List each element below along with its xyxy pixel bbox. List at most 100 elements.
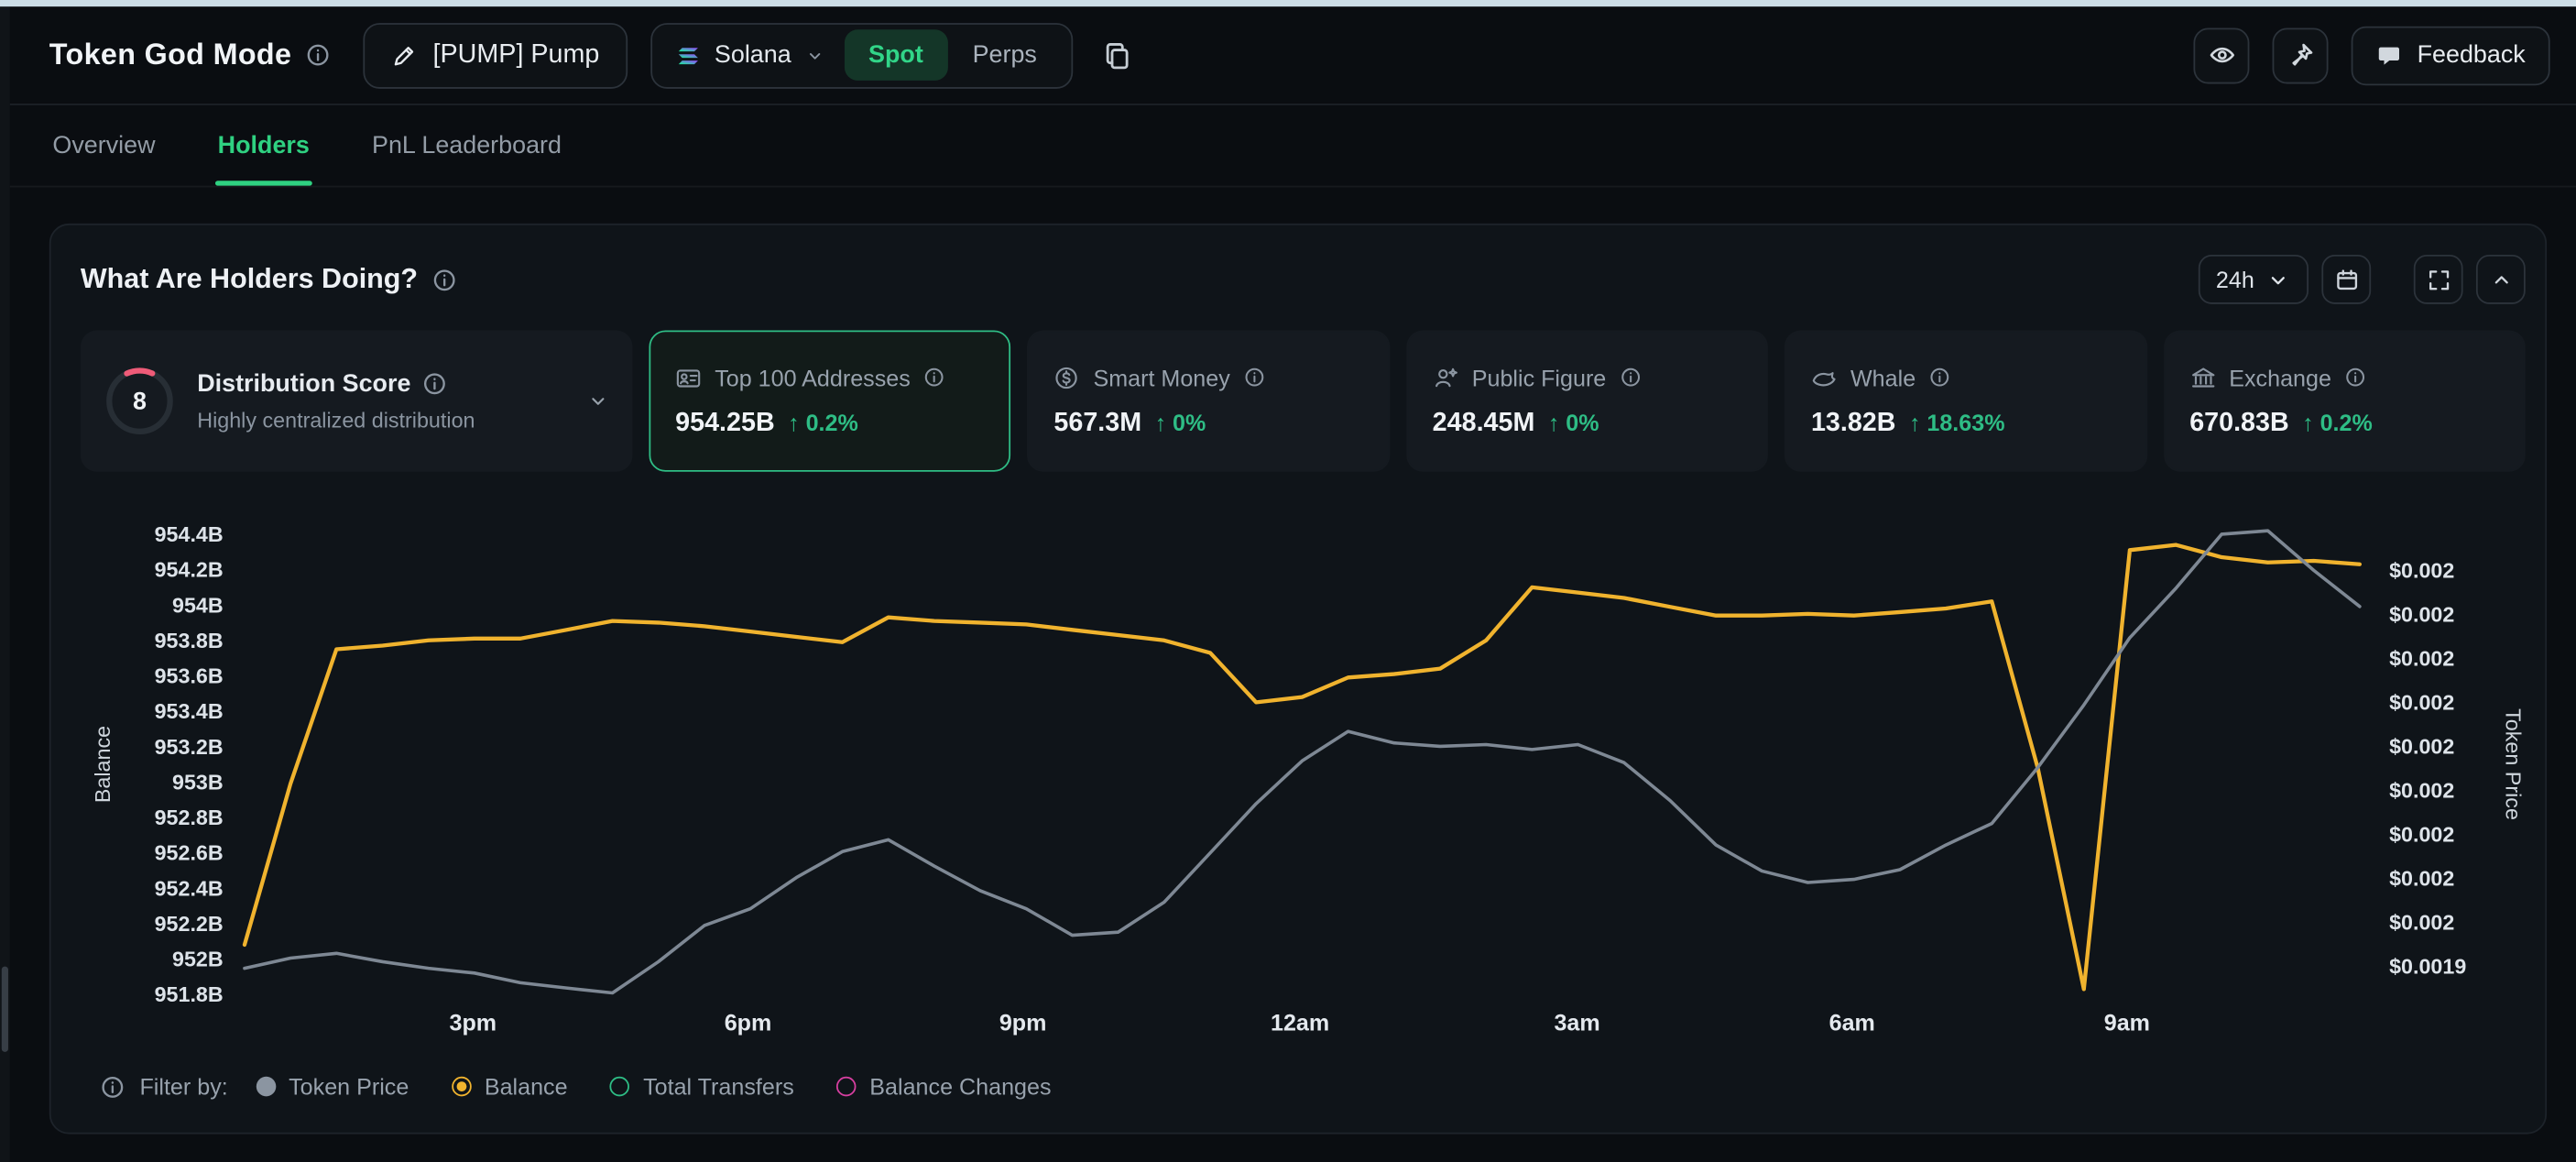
timeframe-select[interactable]: 24h <box>2198 255 2309 304</box>
chart: 954.4B954.2B954B953.8B953.6B953.4B953.2B… <box>51 485 2546 1044</box>
holders-chart[interactable]: 954.4B954.2B954B953.8B953.6B953.4B953.2B… <box>51 485 2546 1044</box>
distribution-label: Distribution Score <box>197 370 410 398</box>
person-star-icon <box>1433 364 1459 390</box>
feedback-label: Feedback <box>2418 41 2526 69</box>
axis-text: 12am <box>1271 1011 1329 1036</box>
axis-text: 953.6B <box>155 664 224 688</box>
axis-text: 9am <box>2104 1011 2150 1036</box>
series-balance <box>245 545 2360 990</box>
legend-items: Token Price Balance Total Transfers Balance… <box>256 1073 1051 1100</box>
axis-text: $0.002 <box>2389 735 2454 759</box>
axis-text: 953.8B <box>155 629 224 652</box>
legend-item-token-price[interactable]: Token Price <box>256 1073 409 1100</box>
legend-item-total-transfers[interactable]: Total Transfers <box>610 1073 794 1100</box>
axis-text: 952.8B <box>155 806 224 829</box>
panel-title-wrap: What Are Holders Doing? <box>81 263 457 296</box>
coin-icon <box>1053 364 1080 390</box>
panel-header: What Are Holders Doing? 24h <box>51 225 2546 304</box>
stat-card-change: ↑ 0% <box>1155 409 1206 435</box>
top-accent-bar <box>0 0 2576 6</box>
header: Token God Mode [PUMP] Pump Solana Spot P… <box>10 6 2576 105</box>
stat-card-smart-money[interactable]: Smart Money 567.3M ↑ 0% <box>1028 331 1390 472</box>
whale-icon <box>1811 364 1838 390</box>
collapse-button[interactable] <box>2476 255 2526 304</box>
info-icon[interactable] <box>1243 367 1264 388</box>
axis-text: 954.4B <box>155 522 224 546</box>
panel-title: What Are Holders Doing? <box>81 263 418 296</box>
stat-card-values: 567.3M ↑ 0% <box>1053 409 1363 438</box>
axis-text: $0.002 <box>2389 558 2454 582</box>
legend-item-balance-changes[interactable]: Balance Changes <box>836 1073 1051 1100</box>
stat-card-header: Top 100 Addresses <box>675 364 985 390</box>
info-icon[interactable] <box>100 1074 125 1099</box>
stat-card-value: 567.3M <box>1053 409 1141 438</box>
info-icon[interactable] <box>432 267 457 291</box>
token-label: [PUMP] Pump <box>433 40 600 70</box>
axis-text: $0.002 <box>2389 867 2454 891</box>
chat-icon <box>2376 42 2403 69</box>
distribution-text: Distribution Score Highly centralized di… <box>197 370 565 433</box>
left-scrollbar-rail <box>0 6 10 1162</box>
tab-overview[interactable]: Overview <box>49 105 158 186</box>
panel-controls: 24h <box>2198 255 2526 304</box>
calendar-button[interactable] <box>2321 255 2371 304</box>
info-icon[interactable] <box>1929 367 1950 388</box>
stat-card-values: 670.83B ↑ 0.2% <box>2189 409 2499 438</box>
distribution-score-value: 8 <box>104 365 176 437</box>
info-icon[interactable] <box>422 371 447 396</box>
stat-card-change: ↑ 0% <box>1548 409 1599 435</box>
stat-card-value: 248.45M <box>1433 409 1535 438</box>
stat-card-change: ↑ 0.2% <box>2302 409 2373 435</box>
info-icon[interactable] <box>306 43 331 68</box>
legend: Filter by: Token PriceBalanceTotal Trans… <box>51 1044 2546 1100</box>
stat-card-exchange[interactable]: Exchange670.83B↑ 0.2% <box>2163 331 2525 472</box>
distribution-score-gauge: 8 <box>104 365 176 437</box>
stat-cards: Top 100 Addresses 954.25B↑ 0.2% Smart Mone… <box>649 331 2525 472</box>
axis-text: 9pm <box>999 1011 1047 1036</box>
token-select-button[interactable]: [PUMP] Pump <box>364 22 628 88</box>
stat-card-top-100-addresses[interactable]: Top 100 Addresses 954.25B↑ 0.2% <box>649 331 1010 472</box>
watchlist-eye-button[interactable] <box>2194 27 2250 83</box>
chain-market-group: Solana Spot Perps <box>650 22 1073 88</box>
axis-text: Token Price <box>2501 708 2525 820</box>
info-icon[interactable] <box>923 367 944 388</box>
info-icon[interactable] <box>1620 367 1641 388</box>
copy-icon[interactable] <box>1096 34 1139 77</box>
legend-item-balance[interactable]: Balance <box>452 1073 568 1100</box>
axis-text: $0.002 <box>2389 646 2454 670</box>
tab-spot[interactable]: Spot <box>844 29 948 81</box>
axis-text: $0.002 <box>2389 911 2454 935</box>
page: Token God Mode [PUMP] Pump Solana Spot P… <box>10 6 2576 1162</box>
axis-text: 954.2B <box>155 558 224 582</box>
stat-card-label: Whale <box>1850 364 1916 390</box>
chevron-down-icon[interactable] <box>586 389 609 412</box>
axis-text: 6pm <box>725 1011 772 1036</box>
tab-perps[interactable]: Perps <box>948 29 1062 81</box>
stat-card-change: ↑ 0.2% <box>788 409 858 435</box>
stat-card-change: ↑ 18.63% <box>1909 409 2005 435</box>
pin-button[interactable] <box>2273 27 2329 83</box>
fullscreen-button[interactable] <box>2414 255 2463 304</box>
chain-select[interactable]: Solana <box>652 24 841 86</box>
axis-text: $0.002 <box>2389 823 2454 847</box>
axis-text: 952.4B <box>155 876 224 900</box>
axis-text: Balance <box>91 726 115 803</box>
stat-card-header: Smart Money <box>1053 364 1363 390</box>
stat-card-whale[interactable]: Whale13.82B↑ 18.63% <box>1785 331 2146 472</box>
timeframe-value: 24h <box>2216 267 2254 293</box>
distribution-score-card[interactable]: 8 Distribution Score Highly centralized … <box>81 331 633 472</box>
scrollbar-thumb[interactable] <box>2 967 8 1052</box>
stat-card-value: 670.83B <box>2189 409 2289 438</box>
info-icon[interactable] <box>2344 367 2365 388</box>
axis-text: 953.2B <box>155 735 224 759</box>
stat-card-public-figure[interactable]: Public Figure248.45M↑ 0% <box>1406 331 1768 472</box>
legend-dot-balance-changes <box>836 1077 857 1097</box>
tab-holders[interactable]: Holders <box>214 105 312 186</box>
stat-card-values: 954.25B↑ 0.2% <box>675 409 985 438</box>
axis-text: 954B <box>172 593 224 617</box>
axis-text: 3pm <box>450 1011 497 1036</box>
axis-text: 952B <box>172 948 224 971</box>
legend-label: Balance <box>485 1073 568 1100</box>
feedback-button[interactable]: Feedback <box>2352 26 2550 85</box>
tab-pnl-leaderboard[interactable]: PnL Leaderboard <box>368 105 564 186</box>
